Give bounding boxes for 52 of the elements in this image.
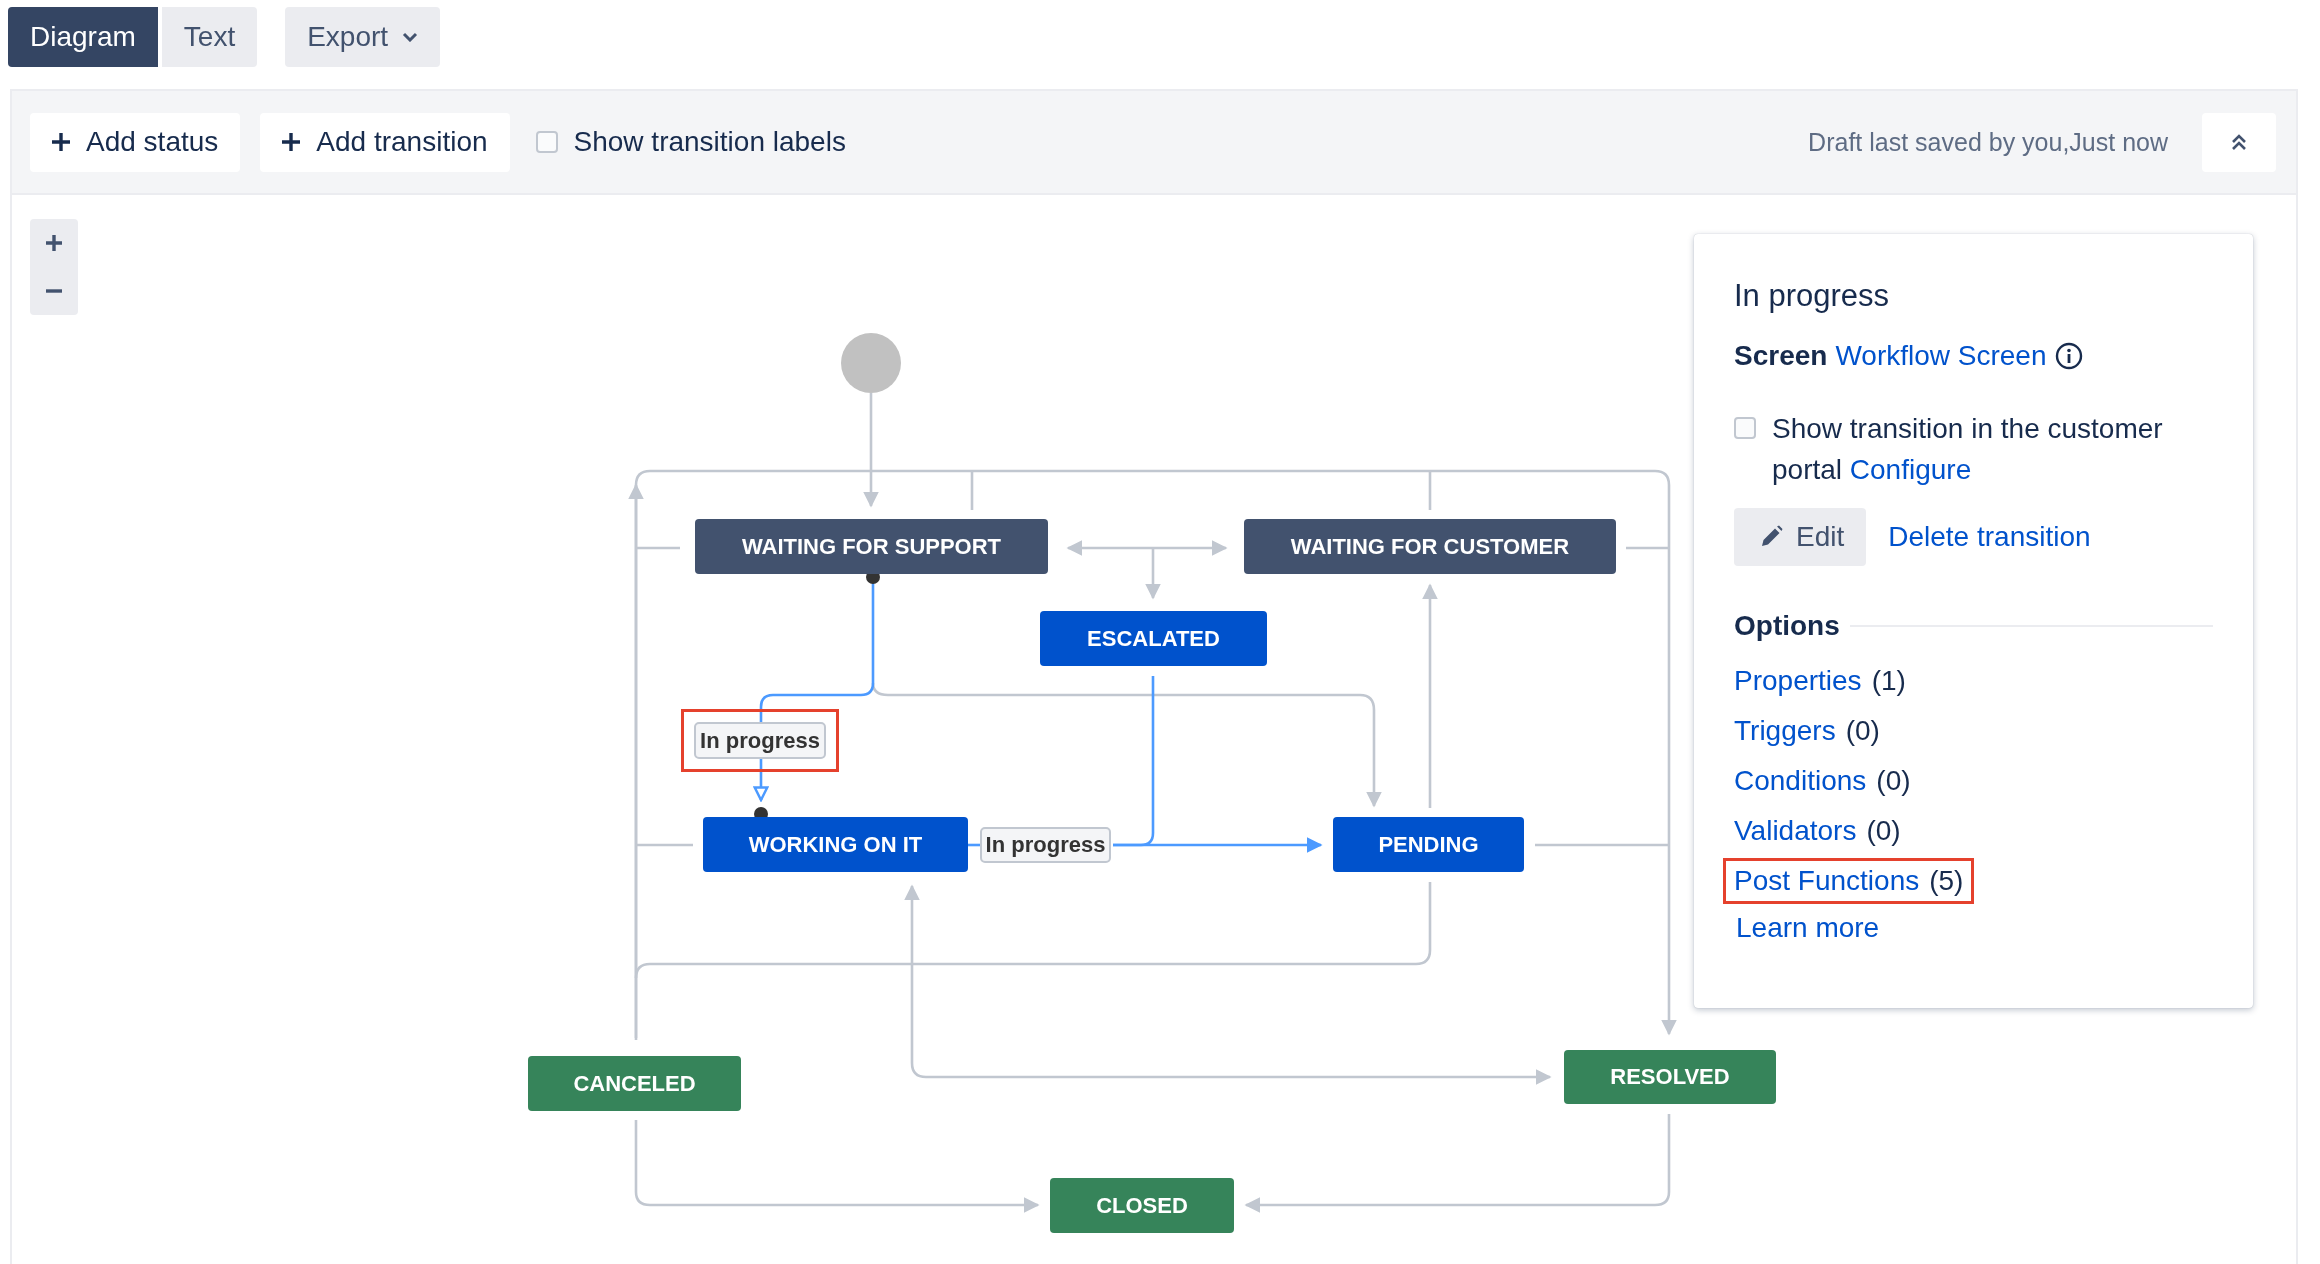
option-count: (0) [1845, 715, 1880, 747]
collapse-button[interactable] [2202, 112, 2276, 172]
edit-button[interactable]: Edit [1734, 508, 1867, 566]
double-chevron-up-icon [2230, 132, 2248, 152]
transition-label[interactable]: In progress [694, 722, 826, 759]
add-transition-button[interactable]: Add transition [260, 112, 510, 172]
panel-title: In progress [1734, 278, 1891, 314]
export-dropdown[interactable]: Export [285, 7, 441, 67]
option-count: (0) [1876, 765, 1911, 797]
option-link[interactable]: Triggers [1734, 715, 1836, 747]
options-heading: Options [1734, 610, 1840, 642]
add-status-button[interactable]: Add status [30, 112, 241, 172]
option-link[interactable]: Validators [1734, 815, 1857, 847]
info-icon[interactable] [2054, 342, 2083, 370]
option-count: (1) [1871, 665, 1906, 697]
option-count: (0) [1866, 815, 1901, 847]
checkbox[interactable] [535, 131, 558, 153]
status-node[interactable]: CLOSED [1050, 1178, 1234, 1233]
plus-icon [50, 131, 72, 153]
connector-line [1428, 471, 1432, 510]
plus-icon [280, 131, 303, 153]
status-node[interactable]: WAITING FOR CUSTOMER [1244, 519, 1616, 574]
option-count: (5) [1929, 865, 1964, 897]
screen-link[interactable]: Workflow Screen [1835, 340, 2047, 372]
option-link[interactable]: Post Functions [1734, 865, 1920, 897]
connector-line [970, 471, 974, 510]
status-node[interactable]: CANCELED [528, 1056, 741, 1111]
status-node[interactable]: PENDING [1333, 817, 1524, 872]
draft-status-text: Draft last saved by you,Just now [1808, 127, 2168, 157]
checkbox-label: Show transition labels [573, 126, 846, 158]
plus-icon [45, 234, 63, 252]
connector-line [1626, 546, 1669, 550]
status-node[interactable]: RESOLVED [1564, 1050, 1776, 1104]
view-tab[interactable]: Text [161, 7, 258, 67]
option-link[interactable]: Properties [1734, 665, 1862, 697]
start-node[interactable] [841, 333, 901, 393]
minus-icon [45, 289, 63, 293]
screen-label: Screen [1734, 340, 1828, 372]
connector-line [636, 546, 680, 550]
connector-line [636, 843, 693, 847]
configure-link[interactable]: Configure [1849, 454, 1972, 485]
status-node[interactable]: WORKING ON IT [703, 817, 968, 872]
option-link[interactable]: Conditions [1734, 765, 1867, 797]
portal-option-text: Show transition in the customer portal Configure [1772, 412, 2164, 487]
delete-transition-link[interactable]: Delete transition [1888, 521, 2091, 553]
learn-more-link[interactable]: Learn more [1734, 906, 2213, 950]
status-node[interactable]: ESCALATED [1040, 611, 1267, 666]
transition-label[interactable]: In progress [980, 827, 1111, 863]
view-tab[interactable]: Diagram [8, 7, 158, 67]
status-node[interactable]: WAITING FOR SUPPORT [695, 519, 1048, 574]
chevron-down-icon [402, 32, 419, 42]
checkbox[interactable] [1734, 417, 1756, 439]
